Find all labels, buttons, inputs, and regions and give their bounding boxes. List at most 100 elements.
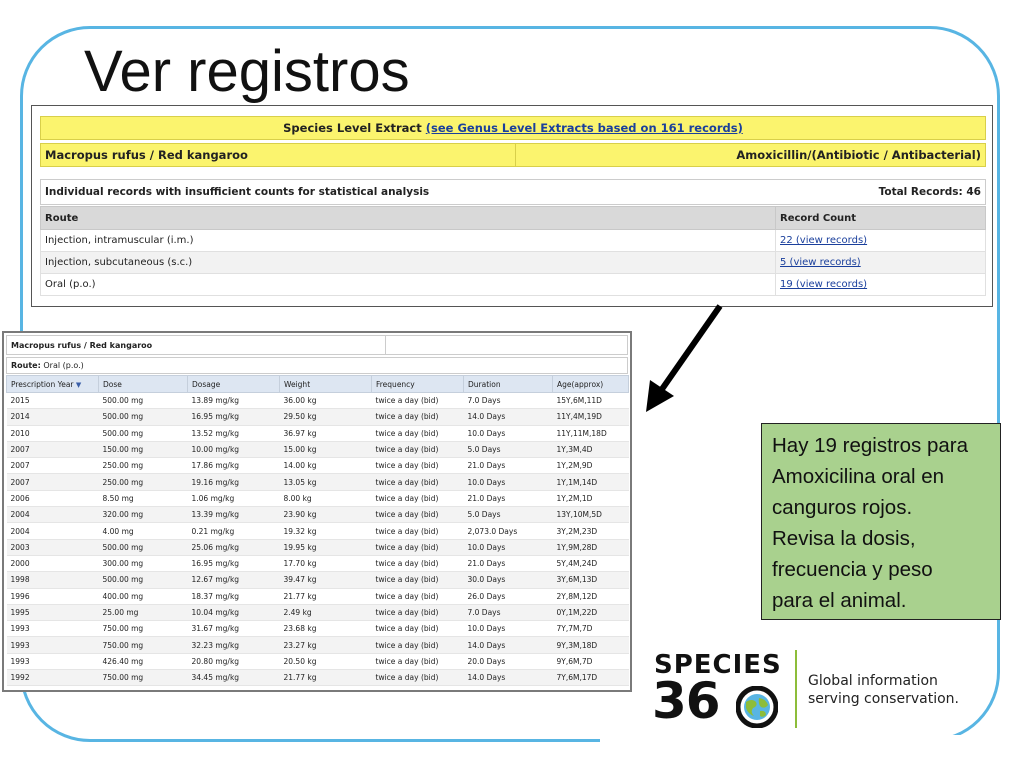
age-cell: 15Y,6M,11D [552, 392, 629, 410]
table-header-row: Route Record Count [40, 206, 986, 230]
frequency-cell: twice a day (bid) [371, 425, 464, 442]
weight-cell: 19.32 kg [279, 522, 372, 540]
prescription-year-cell: 1996 [6, 588, 99, 605]
duration-cell: 10.0 Days [463, 425, 553, 442]
dose-cell: 300.00 mg [98, 555, 188, 573]
column-header-dose[interactable]: Dose [98, 375, 188, 393]
duration-cell: 20.0 Days [463, 653, 553, 671]
dosage-cell: 13.39 mg/kg [187, 506, 280, 524]
dose-cell: 400.00 mg [98, 588, 188, 605]
weight-cell: 21.77 kg [279, 588, 372, 605]
dose-cell: 25.00 mg [98, 604, 188, 622]
dosage-cell: 31.67 mg/kg [187, 620, 280, 638]
frequency-cell: twice a day (bid) [371, 555, 464, 573]
prescription-year-cell: 2007 [6, 457, 99, 475]
table-row: 1993 750.00 mg 32.23 mg/kg 23.27 kg twice a … [6, 636, 629, 654]
table-row: 1995 25.00 mg 10.04 mg/kg 2.49 kg twice a da… [6, 604, 629, 622]
weight-cell: 15.00 kg [279, 441, 372, 459]
dose-cell: 750.00 mg [98, 636, 188, 654]
frequency-cell: twice a day (bid) [371, 506, 464, 524]
divider [385, 336, 386, 354]
prescription-year-cell: 1993 [6, 653, 99, 671]
table-row: 2006 8.50 mg 1.06 mg/kg 8.00 kg twice a day … [6, 490, 629, 508]
prescription-year-cell: 2004 [6, 506, 99, 524]
extract-species-row: Macropus rufus / Red kangaroo Amoxicilli… [40, 143, 986, 167]
age-cell: 0Y,1M,22D [552, 604, 629, 622]
prescription-year-cell: 1992 [6, 669, 99, 687]
dosage-cell: 10.00 mg/kg [187, 441, 280, 459]
column-header-route: Route [40, 206, 776, 230]
individual-records-label: Individual records with insufficient cou… [45, 186, 430, 198]
table-row: 2000 300.00 mg 16.95 mg/kg 17.70 kg twice a … [6, 555, 629, 573]
weight-cell: 23.27 kg [279, 636, 372, 654]
prescription-year-cell: 1990 [6, 685, 99, 690]
age-cell: 9Y,6M,7D [552, 653, 629, 671]
dosage-cell: 32.42 mg/kg [187, 685, 280, 690]
extract-species-name: Macropus rufus / Red kangaroo [45, 148, 248, 162]
age-cell: 1Y,3M,4D [552, 441, 629, 459]
slide-title: Ver registros [84, 39, 410, 104]
frequency-cell: twice a day (bid) [371, 408, 464, 426]
weight-cell: 39.47 kg [279, 571, 372, 589]
frequency-cell: twice a day (bid) [371, 457, 464, 475]
frequency-cell: twice a day (bid) [371, 685, 464, 690]
table-row: 2003 500.00 mg 25.06 mg/kg 19.95 kg twice a … [6, 539, 629, 556]
extract-heading: Species Level Extract (see Genus Level E… [40, 116, 986, 140]
age-cell: 0Y,10M,26D [552, 685, 629, 690]
column-header-weight[interactable]: Weight [279, 375, 372, 393]
column-header-frequency[interactable]: Frequency [371, 375, 464, 393]
age-cell: 11Y,11M,18D [552, 425, 629, 442]
table-row: 2007 250.00 mg 17.86 mg/kg 14.00 kg twice a … [6, 457, 629, 475]
duration-cell: 2,073.0 Days [463, 522, 553, 540]
prescription-year-cell: 1995 [6, 604, 99, 622]
duration-cell: 7.0 Days [463, 392, 553, 410]
age-cell: 9Y,3M,18D [552, 636, 629, 654]
frequency-cell: twice a day (bid) [371, 620, 464, 638]
view-records-link[interactable]: 22 (view records) [780, 235, 867, 246]
frequency-cell: twice a day (bid) [371, 473, 464, 491]
route-cell: Injection, intramuscular (i.m.) [40, 229, 776, 252]
column-header-label: Prescription Year [11, 379, 74, 389]
prescription-year-cell: 2007 [6, 441, 99, 459]
weight-cell: 20.50 kg [279, 653, 372, 671]
route-cell: Oral (p.o.) [40, 273, 776, 296]
dose-cell: 8.50 mg [98, 490, 188, 508]
genus-extract-link[interactable]: (see Genus Level Extracts based on 161 r… [426, 121, 743, 135]
column-header-dosage[interactable]: Dosage [187, 375, 280, 393]
duration-cell: 30.0 Days [463, 571, 553, 589]
dosage-cell: 34.45 mg/kg [187, 669, 280, 687]
table-row: 2010 500.00 mg 13.52 mg/kg 36.97 kg twice a … [6, 425, 629, 442]
route-table: Route Record Count Injection, intramuscu… [40, 206, 986, 296]
prescription-year-cell: 2003 [6, 539, 99, 556]
dose-cell: 250.00 mg [98, 473, 188, 491]
table-row: 1998 500.00 mg 12.67 mg/kg 39.47 kg twice a … [6, 571, 629, 589]
weight-cell: 23.68 kg [279, 620, 372, 638]
logo-wordmark-360: 36 [652, 672, 721, 730]
duration-cell: 10.0 Days [463, 620, 553, 638]
view-records-link[interactable]: 19 (view records) [780, 279, 867, 290]
column-header-prescription-year[interactable]: Prescription Year ▼ [6, 375, 99, 393]
duration-cell: 14.0 Days [463, 408, 553, 426]
sort-down-icon: ▼ [75, 380, 82, 389]
logo-tagline: Global information serving conservation. [808, 673, 959, 707]
column-header-duration[interactable]: Duration [463, 375, 553, 393]
age-cell: 1Y,2M,9D [552, 457, 629, 475]
weight-cell: 8.00 kg [279, 490, 372, 508]
frequency-cell: twice a day (bid) [371, 392, 464, 410]
dose-cell: 500.00 mg [98, 392, 188, 410]
dose-cell: 750.00 mg [98, 669, 188, 687]
age-cell: 13Y,10M,5D [552, 506, 629, 524]
route-label: Route: [11, 361, 41, 370]
dosage-cell: 19.16 mg/kg [187, 473, 280, 491]
duration-cell: 21.0 Days [463, 555, 553, 573]
view-records-link[interactable]: 5 (view records) [780, 257, 861, 268]
dosage-cell: 18.37 mg/kg [187, 588, 280, 605]
column-header-age[interactable]: Age(approx) [552, 375, 629, 393]
duration-cell: 7.0 Days [463, 685, 553, 690]
prescription-year-cell: 2000 [6, 555, 99, 573]
duration-cell: 10.0 Days [463, 539, 553, 556]
age-cell: 7Y,7M,7D [552, 620, 629, 638]
table-row: 2014 500.00 mg 16.95 mg/kg 29.50 kg twice a … [6, 408, 629, 426]
dosage-cell: 13.52 mg/kg [187, 425, 280, 442]
frequency-cell: twice a day (bid) [371, 653, 464, 671]
